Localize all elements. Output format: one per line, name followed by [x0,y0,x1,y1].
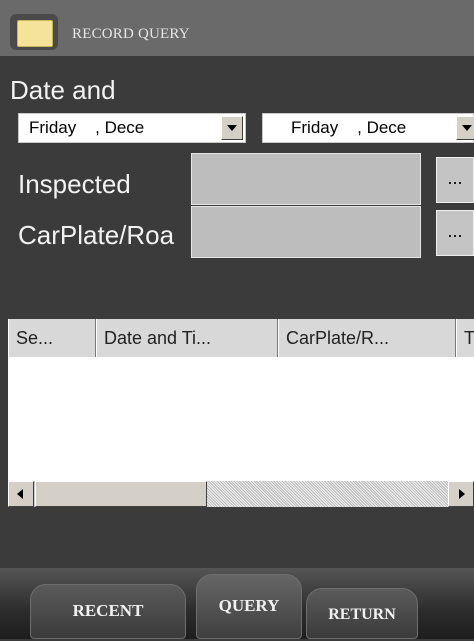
date-label: Date and [10,75,116,105]
inspected-browse-button[interactable]: ... [436,157,474,203]
scroll-left-icon[interactable] [8,481,34,507]
date-from-picker[interactable]: Friday , Dece [18,113,246,143]
chevron-down-icon[interactable] [456,116,474,140]
horizontal-scrollbar[interactable] [8,481,474,507]
scrollbar-track[interactable] [207,481,448,507]
tab-return[interactable]: RETURN [306,588,418,639]
date-to-picker[interactable]: Friday , Dece [262,113,474,143]
date-to-value: Friday , Dece [291,118,407,137]
tab-recent[interactable]: RECENT [30,584,186,639]
date-from-value: Friday , Dece [29,118,145,137]
carplate-label: CarPlate/Roa [18,220,175,250]
carplate-browse-button[interactable]: ... [436,210,474,256]
scroll-right-icon[interactable] [448,481,474,507]
column-header[interactable]: CarPlate/R... [278,319,456,357]
column-header[interactable]: Se... [8,319,96,357]
inspected-label: Inspected [18,169,131,199]
column-header[interactable]: Date and Ti... [96,319,278,357]
notepad-icon [10,14,58,50]
title-bar: RECORD QUERY [0,0,474,56]
grid-header: Se... Date and Ti... CarPlate/R... T [8,319,474,358]
carplate-field[interactable] [191,206,421,258]
chevron-down-icon[interactable] [221,116,243,140]
records-grid[interactable] [8,357,474,481]
window-title: RECORD QUERY [72,26,190,42]
tab-query[interactable]: QUERY [196,574,302,639]
column-header[interactable]: T [456,319,474,357]
scrollbar-thumb[interactable] [35,481,207,507]
inspected-field[interactable] [191,153,421,205]
